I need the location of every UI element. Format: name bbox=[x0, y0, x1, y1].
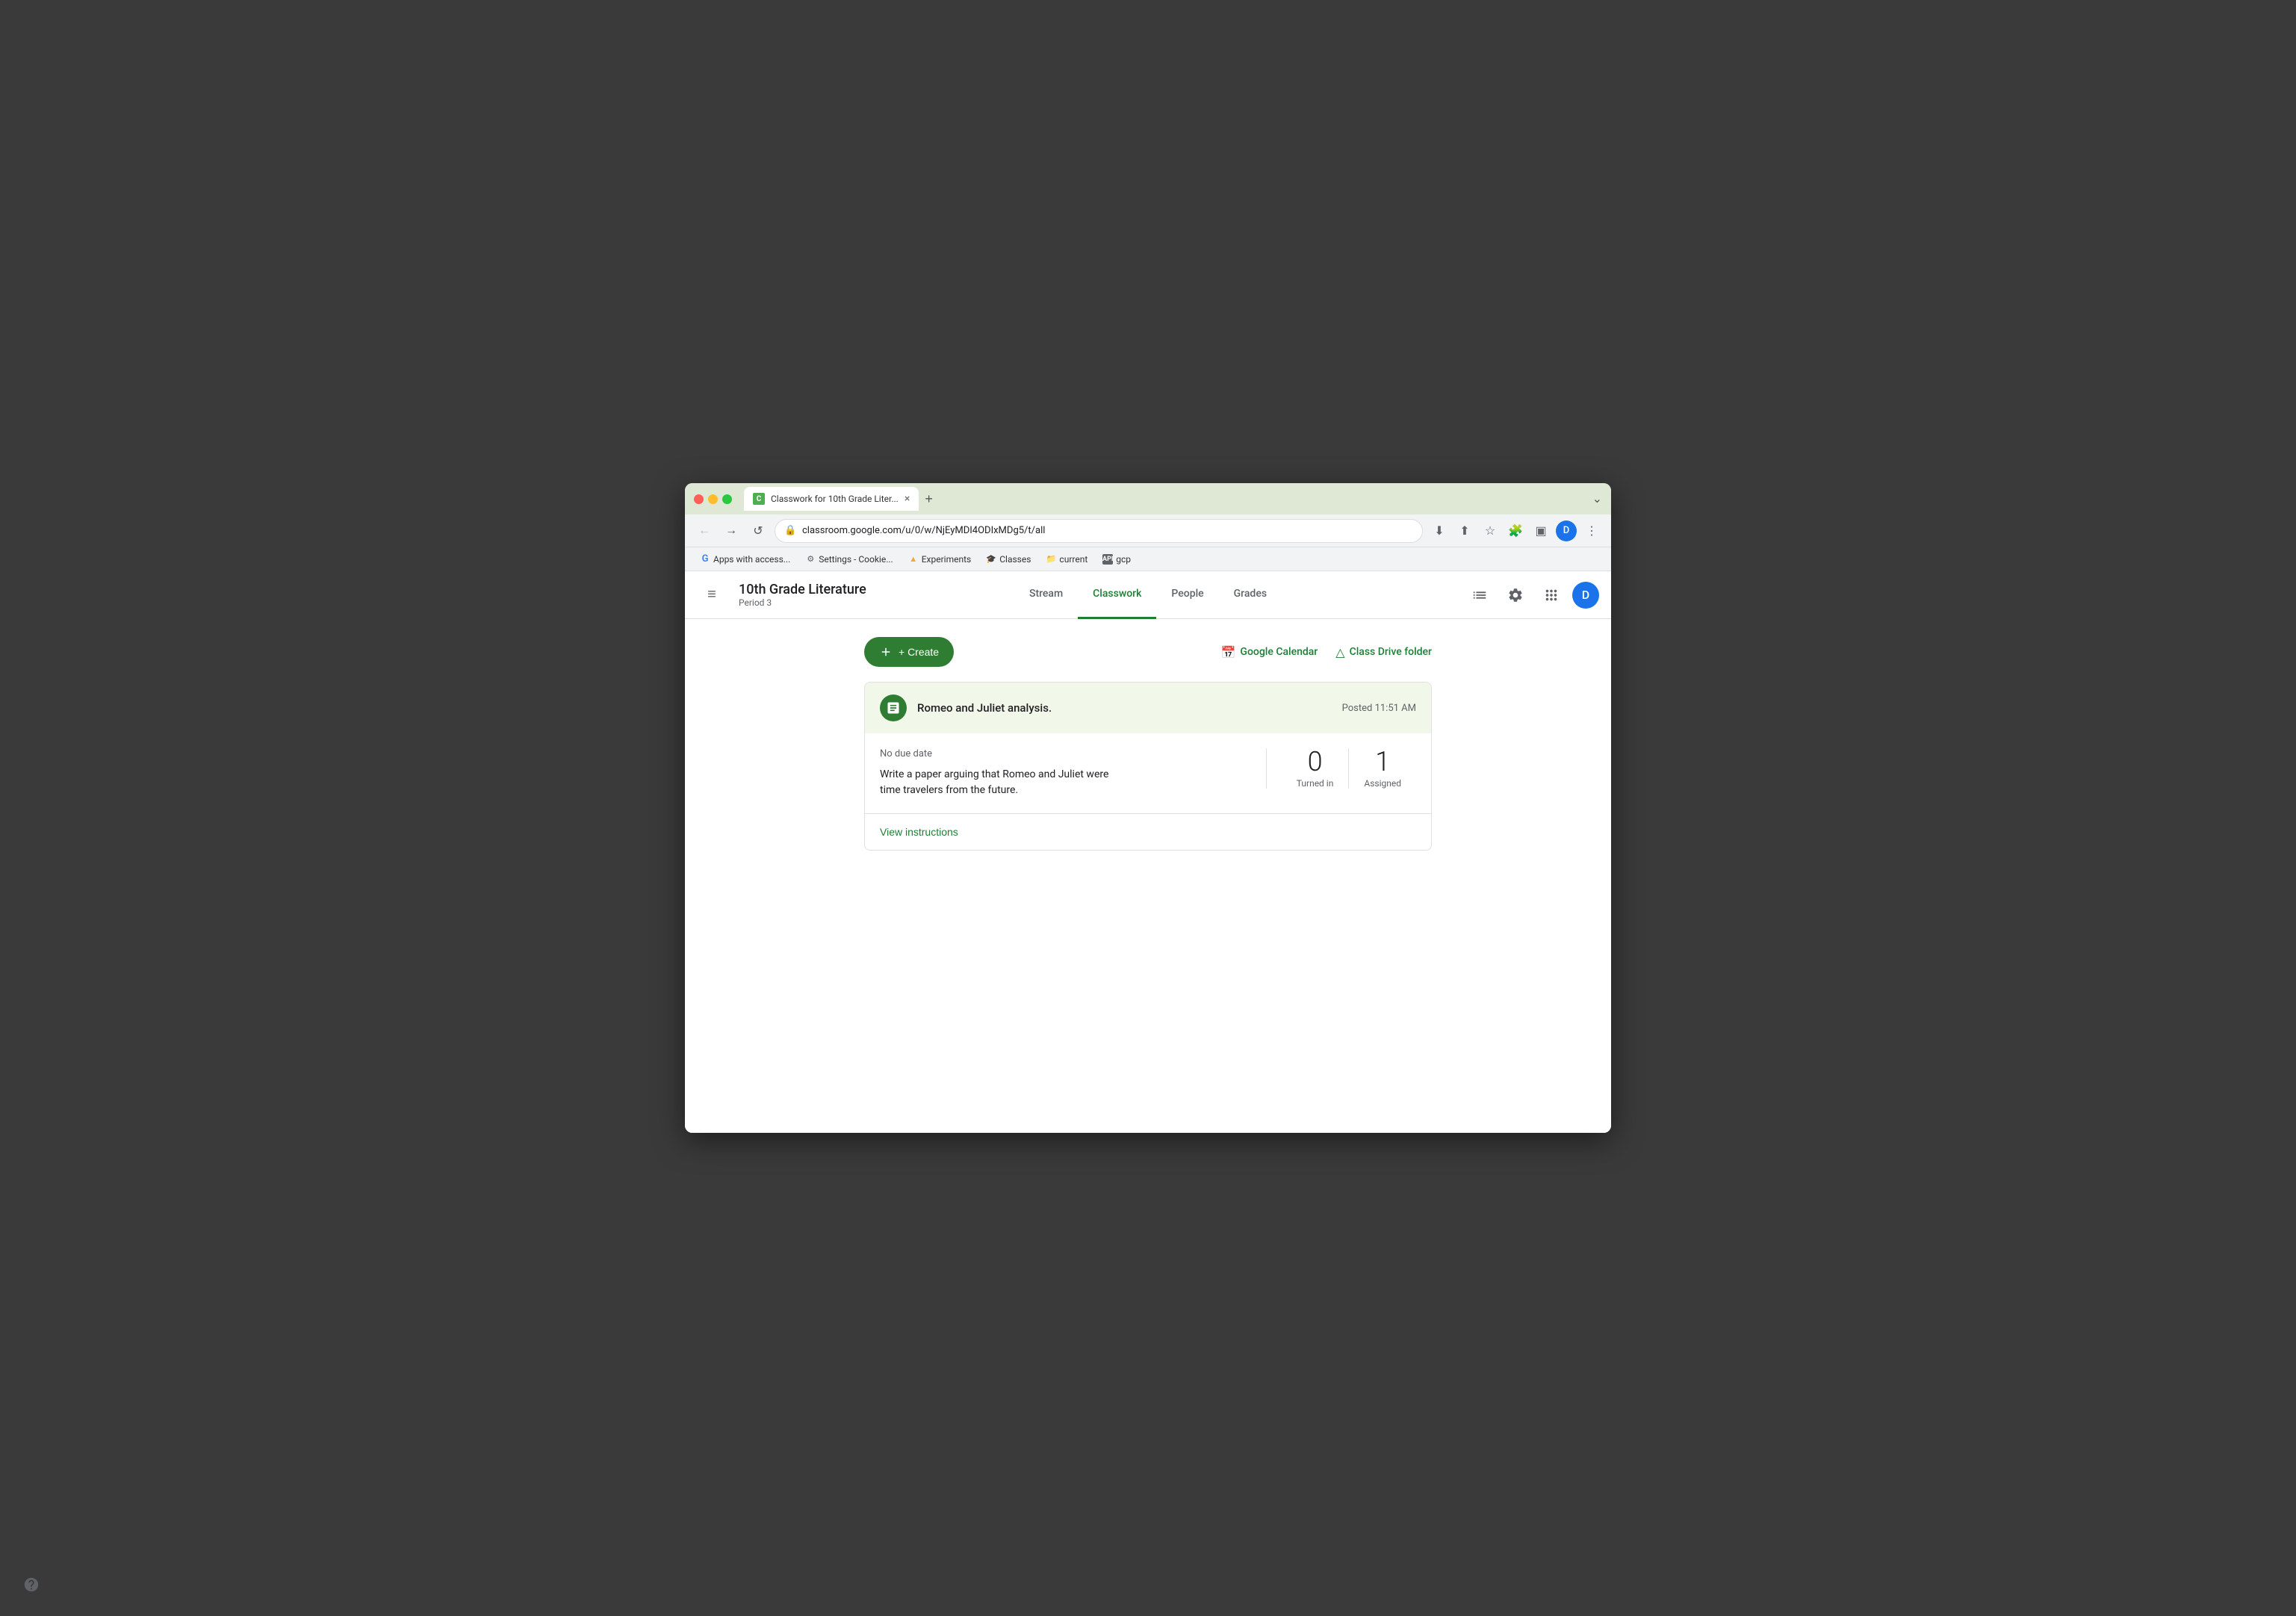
bookmark-settings-label: Settings - Cookie... bbox=[819, 554, 893, 565]
card-body: No due date Write a paper arguing that R… bbox=[865, 733, 1431, 813]
lock-icon: 🔒 bbox=[784, 525, 796, 536]
grid-apps-button[interactable] bbox=[1536, 580, 1566, 610]
card-footer: View instructions bbox=[865, 813, 1431, 850]
new-tab-button[interactable]: + bbox=[919, 488, 939, 510]
app-container: ≡ 10th Grade Literature Period 3 Stream … bbox=[685, 571, 1611, 1133]
browser-window: C Classwork for 10th Grade Liter... × + … bbox=[685, 483, 1611, 1133]
bookmark-gcp-label: gcp bbox=[1116, 554, 1131, 565]
tab-stream[interactable]: Stream bbox=[1014, 571, 1078, 619]
settings-button[interactable] bbox=[1501, 580, 1530, 610]
bookmark-settings[interactable]: ⚙ Settings - Cookie... bbox=[799, 552, 899, 567]
card-header: Romeo and Juliet analysis. Posted 11:51 … bbox=[865, 683, 1431, 733]
refresh-button[interactable]: ↺ bbox=[748, 520, 769, 541]
close-window-button[interactable] bbox=[694, 494, 704, 504]
bookmark-icon[interactable]: ☆ bbox=[1480, 520, 1501, 541]
tab-favicon: C bbox=[753, 493, 765, 505]
view-instructions-button[interactable]: View instructions bbox=[880, 823, 958, 841]
posted-time: Posted 11:51 AM bbox=[1342, 703, 1416, 714]
card-description: No due date Write a paper arguing that R… bbox=[880, 748, 1251, 798]
assigned-label: Assigned bbox=[1364, 778, 1401, 789]
window-controls bbox=[694, 494, 732, 504]
bookmark-experiments-label: Experiments bbox=[922, 554, 972, 565]
bookmark-current[interactable]: 📁 current bbox=[1040, 552, 1093, 567]
tab-classwork[interactable]: Classwork bbox=[1078, 571, 1156, 619]
no-due-date: No due date bbox=[880, 748, 1251, 759]
user-avatar[interactable]: D bbox=[1572, 582, 1599, 609]
address-bar: ← → ↺ 🔒 classroom.google.com/u/0/w/NjEyM… bbox=[685, 515, 1611, 547]
stats-section: 0 Turned in 1 Assigned bbox=[1266, 748, 1416, 789]
bookmarks-bar: G Apps with access... ⚙ Settings - Cooki… bbox=[685, 547, 1611, 571]
bookmark-api[interactable]: API gcp bbox=[1096, 552, 1137, 567]
header-left: ≡ 10th Grade Literature Period 3 bbox=[697, 580, 866, 610]
address-field[interactable]: 🔒 classroom.google.com/u/0/w/NjEyMDI4ODI… bbox=[775, 519, 1423, 543]
class-name: 10th Grade Literature bbox=[739, 582, 866, 597]
calendar-icon: 📅 bbox=[1220, 645, 1235, 659]
browser-menu-button[interactable]: ⋮ bbox=[1581, 520, 1602, 541]
turned-in-number: 0 bbox=[1297, 748, 1334, 775]
tab-grades[interactable]: Grades bbox=[1219, 571, 1282, 619]
header-nav: Stream Classwork People Grades bbox=[1014, 571, 1282, 619]
assignment-icon bbox=[880, 694, 907, 721]
class-drive-folder-link[interactable]: △ Class Drive folder bbox=[1335, 645, 1432, 659]
content-wrapper: + Create 📅 Google Calendar △ Class Drive… bbox=[849, 637, 1447, 851]
tab-people[interactable]: People bbox=[1156, 571, 1218, 619]
bookmark-classes-label: Classes bbox=[999, 554, 1031, 565]
bookmark-classes[interactable]: 🎓 Classes bbox=[980, 552, 1037, 567]
back-button[interactable]: ← bbox=[694, 520, 715, 541]
title-bar: C Classwork for 10th Grade Liter... × + … bbox=[685, 483, 1611, 515]
api-icon: API bbox=[1102, 554, 1113, 565]
browser-profile-avatar[interactable]: D bbox=[1556, 520, 1577, 541]
class-period: Period 3 bbox=[739, 597, 866, 608]
active-tab[interactable]: C Classwork for 10th Grade Liter... × bbox=[744, 487, 919, 511]
bookmark-current-label: current bbox=[1059, 554, 1088, 565]
extension-icon[interactable]: 🧩 bbox=[1505, 520, 1526, 541]
header-actions: D bbox=[1465, 580, 1599, 610]
calendar-link-label: Google Calendar bbox=[1240, 646, 1318, 658]
app-header: ≡ 10th Grade Literature Period 3 Stream … bbox=[685, 571, 1611, 619]
minimize-window-button[interactable] bbox=[708, 494, 718, 504]
assignment-title: Romeo and Juliet analysis. bbox=[917, 701, 1052, 715]
tab-title: Classwork for 10th Grade Liter... bbox=[771, 494, 899, 504]
forward-button[interactable]: → bbox=[721, 520, 742, 541]
bookmark-experiments[interactable]: ▲ Experiments bbox=[902, 552, 978, 567]
class-info: 10th Grade Literature Period 3 bbox=[739, 582, 866, 608]
sidebar-icon[interactable]: ▣ bbox=[1530, 520, 1551, 541]
maximize-window-button[interactable] bbox=[722, 494, 732, 504]
google-icon: G bbox=[700, 554, 710, 565]
settings-icon: ⚙ bbox=[805, 554, 816, 565]
create-button[interactable]: + Create bbox=[864, 637, 954, 667]
turned-in-label: Turned in bbox=[1297, 778, 1334, 789]
create-button-label: + Create bbox=[899, 646, 939, 658]
drive-link-label: Class Drive folder bbox=[1350, 646, 1432, 658]
folder-icon: 📁 bbox=[1046, 554, 1056, 565]
classes-icon: 🎓 bbox=[986, 554, 996, 565]
stat-turned-in[interactable]: 0 Turned in bbox=[1282, 748, 1350, 789]
hamburger-menu-button[interactable]: ≡ bbox=[697, 580, 727, 610]
google-calendar-link[interactable]: 📅 Google Calendar bbox=[1220, 645, 1318, 659]
bookmark-apps-label: Apps with access... bbox=[713, 554, 790, 565]
address-text: classroom.google.com/u/0/w/NjEyMDI4ODIxM… bbox=[802, 525, 1045, 536]
display-settings-button[interactable] bbox=[1465, 580, 1495, 610]
assignment-description: Write a paper arguing that Romeo and Jul… bbox=[880, 767, 1251, 798]
tab-bar: C Classwork for 10th Grade Liter... × + … bbox=[744, 487, 1602, 511]
card-header-left: Romeo and Juliet analysis. bbox=[880, 694, 1052, 721]
experiments-icon: ▲ bbox=[908, 554, 919, 565]
download-icon[interactable]: ⬇ bbox=[1429, 520, 1450, 541]
toolbar-row: + Create 📅 Google Calendar △ Class Drive… bbox=[864, 637, 1432, 667]
assignment-card: Romeo and Juliet analysis. Posted 11:51 … bbox=[864, 682, 1432, 851]
tab-close-button[interactable]: × bbox=[905, 493, 910, 505]
assigned-number: 1 bbox=[1364, 748, 1401, 775]
tab-dropdown-button[interactable]: ⌄ bbox=[1592, 491, 1602, 506]
address-icons: ⬇ ⬆ ☆ 🧩 ▣ D ⋮ bbox=[1429, 520, 1602, 541]
bookmark-apps[interactable]: G Apps with access... bbox=[694, 552, 796, 567]
stat-assigned[interactable]: 1 Assigned bbox=[1349, 748, 1416, 789]
top-links: 📅 Google Calendar △ Class Drive folder bbox=[1220, 645, 1432, 659]
drive-icon: △ bbox=[1335, 645, 1344, 659]
share-icon[interactable]: ⬆ bbox=[1454, 520, 1475, 541]
main-content: + Create 📅 Google Calendar △ Class Drive… bbox=[685, 619, 1611, 1133]
